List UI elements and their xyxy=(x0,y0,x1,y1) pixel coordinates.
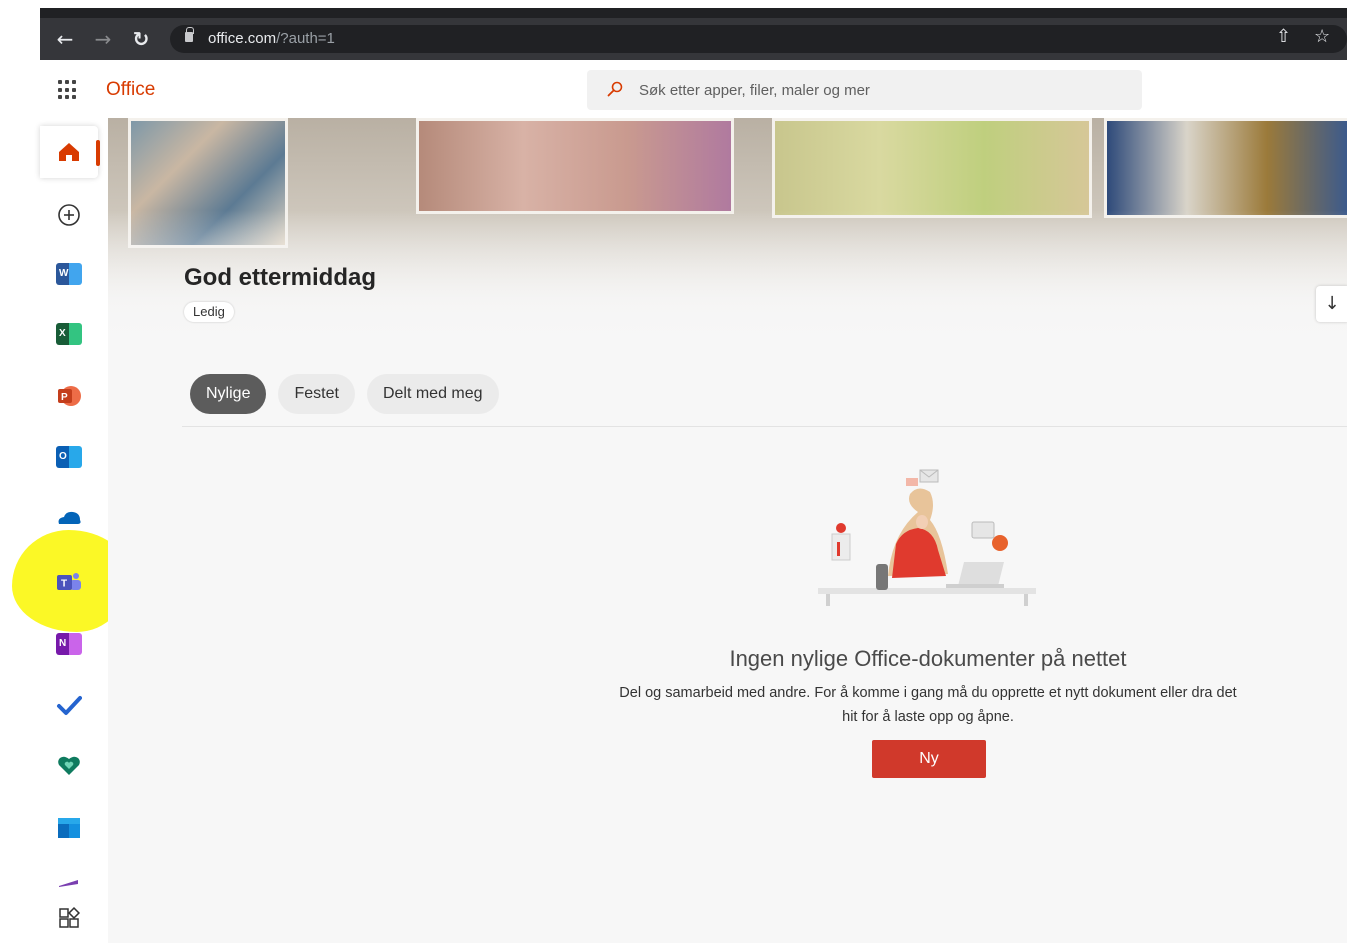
heart-shield-icon xyxy=(58,756,80,775)
office-brand[interactable]: Office xyxy=(106,79,155,101)
svg-text:P: P xyxy=(61,392,68,403)
app-header: Office Søk etter apper, filer, maler og … xyxy=(40,60,1347,118)
checkmark-icon xyxy=(57,696,82,715)
rail-word[interactable]: W xyxy=(40,248,98,300)
app-launcher-icon[interactable] xyxy=(58,80,78,100)
rail-all-apps[interactable] xyxy=(40,892,98,944)
back-button[interactable]: ← xyxy=(52,26,78,52)
outlook-icon: O xyxy=(56,446,82,468)
onenote-icon: N xyxy=(56,633,82,655)
rail-home[interactable] xyxy=(40,126,100,178)
share-icon[interactable]: ⇧ xyxy=(1276,26,1291,47)
welcome-banner xyxy=(108,118,1347,348)
search-icon xyxy=(607,81,623,97)
empty-state-illustration xyxy=(818,469,1036,606)
rail-excel[interactable]: X xyxy=(40,308,98,360)
reload-button[interactable]: ↻ xyxy=(128,26,154,52)
search-input[interactable]: Søk etter apper, filer, maler og mer xyxy=(587,70,1142,110)
empty-state-description-line: hit for å laste opp og åpne. xyxy=(842,709,1014,725)
word-icon: W xyxy=(56,263,82,285)
app-sliver-icon xyxy=(59,880,78,887)
rail-teams[interactable]: T xyxy=(40,556,98,608)
browser-toolbar: ← → ↻ office.com/?auth=1 ⇧ ☆ xyxy=(40,18,1347,60)
rail-onenote[interactable]: N xyxy=(40,618,98,670)
download-icon: ↓ xyxy=(1324,293,1340,314)
empty-state-description-line: Del og samarbeid med andre. For å komme … xyxy=(619,685,1237,701)
address-bar[interactable]: office.com/?auth=1 xyxy=(170,25,1347,53)
top-strip xyxy=(0,0,1347,18)
calendar-icon xyxy=(58,818,80,838)
greeting-title: God ettermiddag xyxy=(184,264,377,291)
empty-state-title: Ingen nylige Office-dokumenter på nettet xyxy=(729,646,1127,671)
tab-recent[interactable]: Nylige xyxy=(190,374,267,414)
rail-family-safety[interactable] xyxy=(40,740,98,792)
tab-pinned[interactable]: Festet xyxy=(278,374,355,414)
powerpoint-icon: P xyxy=(58,386,81,406)
main-content: God ettermiddag Ledig ↓ Nylige Festet De… xyxy=(108,118,1347,943)
plus-circle-icon xyxy=(58,204,80,226)
rail-todo[interactable] xyxy=(40,679,98,731)
teams-icon: T xyxy=(57,573,81,590)
install-button[interactable]: ↓ xyxy=(1316,286,1347,322)
address-url[interactable]: office.com/?auth=1 xyxy=(208,30,335,47)
status-badge[interactable]: Ledig xyxy=(184,302,234,322)
browser-tab-strip xyxy=(40,8,1347,18)
tab-divider xyxy=(182,426,1347,427)
excel-icon: X xyxy=(56,323,82,345)
file-tabs: Nylige Festet Delt med meg xyxy=(190,374,499,414)
all-apps-icon xyxy=(59,906,81,928)
rail-calendar[interactable] xyxy=(40,802,98,854)
rail-outlook[interactable]: O xyxy=(40,431,98,483)
app-rail: W X P O T N xyxy=(12,118,130,944)
lock-icon xyxy=(185,27,194,42)
empty-state-description: Del og samarbeid med andre. For å komme … xyxy=(558,681,1298,729)
tab-shared[interactable]: Delt med meg xyxy=(366,374,499,414)
rail-create[interactable] xyxy=(40,189,98,241)
star-icon[interactable]: ☆ xyxy=(1314,26,1330,47)
forward-button[interactable]: → xyxy=(90,26,116,52)
rail-powerpoint[interactable]: P xyxy=(40,370,98,422)
svg-text:T: T xyxy=(61,579,67,590)
search-placeholder: Søk etter apper, filer, maler og mer xyxy=(639,82,870,99)
new-document-button[interactable]: Ny xyxy=(872,740,986,778)
onedrive-icon xyxy=(58,511,81,524)
home-icon xyxy=(59,143,79,161)
banner-fade xyxy=(108,118,1347,348)
